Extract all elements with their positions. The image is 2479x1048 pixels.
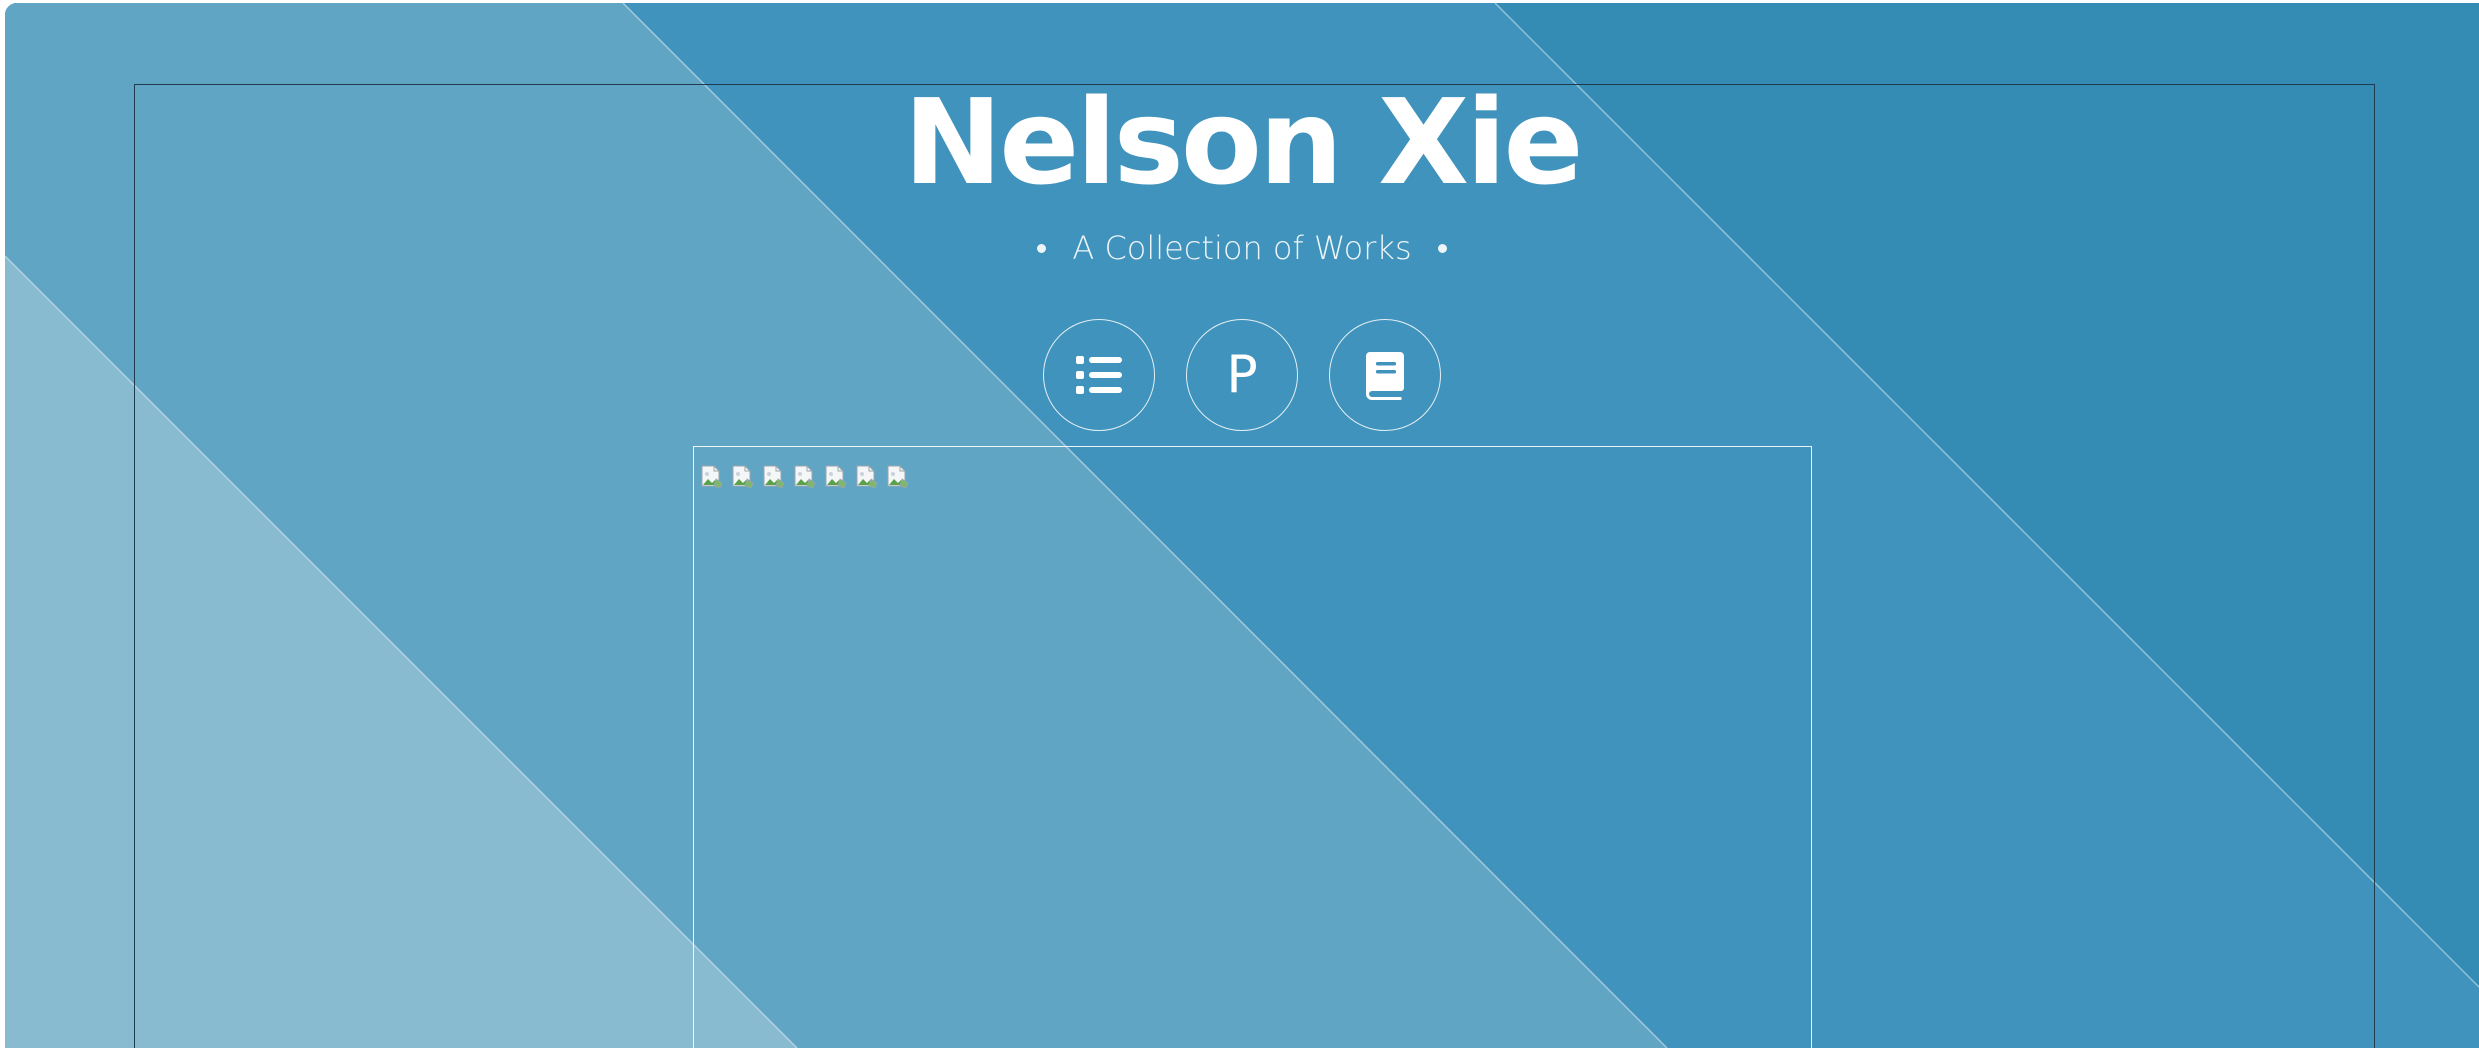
page-background: Nelson Xie A Collection of Works P xyxy=(5,3,2479,1048)
broken-image-icon[interactable] xyxy=(885,465,910,489)
broken-image-icon[interactable] xyxy=(823,465,848,489)
broken-image-icon[interactable] xyxy=(730,465,755,489)
nav-icon-row: P xyxy=(5,319,2479,435)
p-button[interactable]: P xyxy=(1186,319,1298,431)
broken-image-row xyxy=(699,465,910,489)
gallery-container xyxy=(693,446,1812,1048)
book-icon xyxy=(1366,352,1404,400)
broken-image-icon[interactable] xyxy=(854,465,879,489)
broken-image-icon[interactable] xyxy=(761,465,786,489)
list-icon xyxy=(1076,356,1122,394)
bullet-dot-icon xyxy=(1437,243,1447,253)
broken-image-icon[interactable] xyxy=(792,465,817,489)
list-button[interactable] xyxy=(1043,319,1155,431)
broken-image-icon[interactable] xyxy=(699,465,724,489)
site-subtitle: A Collection of Works xyxy=(5,223,2479,273)
book-button[interactable] xyxy=(1329,319,1441,431)
bullet-dot-icon xyxy=(1037,243,1047,253)
subtitle-text: A Collection of Works xyxy=(1072,229,1412,267)
site-title: Nelson Xie xyxy=(903,73,1583,211)
p-letter-icon: P xyxy=(1226,345,1258,405)
